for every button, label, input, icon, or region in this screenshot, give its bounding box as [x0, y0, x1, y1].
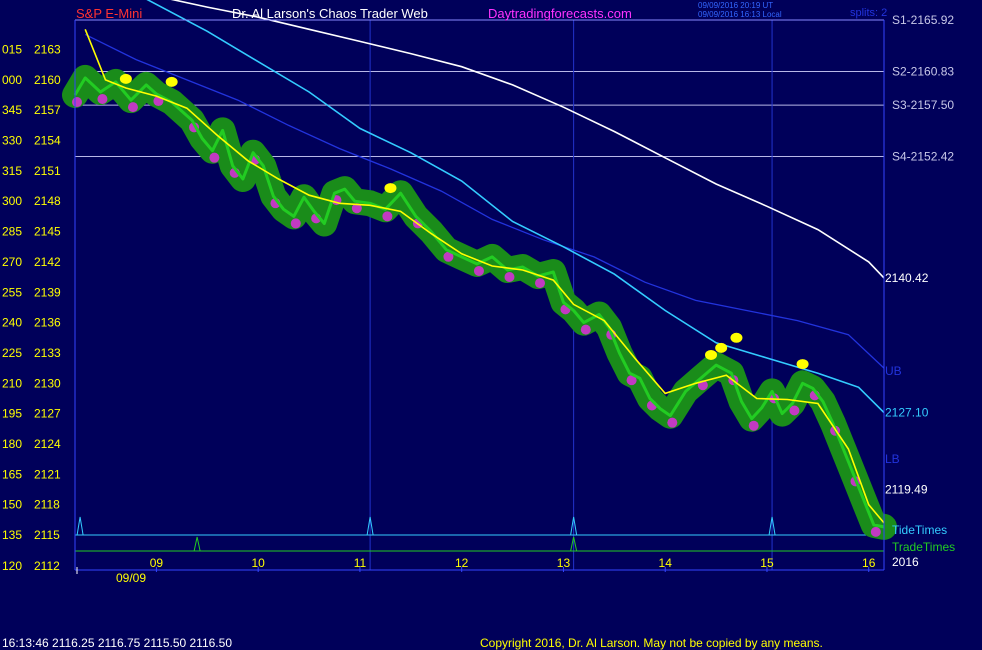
x-tick-11: 11 — [354, 556, 367, 570]
y-tick-left-13: 195 — [2, 407, 22, 421]
site-title: Dr. Al Larson's Chaos Trader Web — [232, 6, 428, 21]
price-chart: S1-2165.92 S2-2160.83 S3-2157.50 S4-2152.42… — [2, 0, 955, 650]
x-tick-09: 09 — [150, 556, 164, 570]
series-price-band — [62, 64, 897, 540]
y-tick-price-6: 2148 — [34, 194, 61, 208]
yellow-dot-6 — [730, 332, 743, 343]
yellow-dot-3 — [384, 183, 397, 194]
y-tick-price-10: 2136 — [34, 316, 61, 330]
chart-window: S1-2165.92 S2-2160.83 S3-2157.50 S4-2152.42… — [0, 0, 982, 650]
right-label-2: UB — [885, 364, 902, 378]
y-tick-price-11: 2133 — [34, 346, 61, 360]
copyright: Copyright 2016, Dr. Al Larson. May not b… — [480, 636, 823, 650]
y-tick-left-15: 165 — [2, 467, 22, 481]
x-date-label: 09/09 — [116, 571, 146, 585]
trade-times-label: TradeTimes — [892, 540, 955, 554]
price-low-dot — [473, 265, 484, 276]
y-tick-left-14: 180 — [2, 437, 22, 451]
series-cyan-average — [146, 0, 885, 414]
price-low-dot — [580, 324, 591, 335]
trade-spike-1 — [193, 536, 201, 552]
y-tick-price-15: 2121 — [34, 467, 61, 481]
y-tick-price-7: 2145 — [34, 225, 61, 239]
support-label-3: S3-2157.50 — [892, 98, 954, 112]
y-tick-left-11: 225 — [2, 346, 22, 360]
right-label-5: 2119.49 — [885, 483, 928, 497]
y-tick-left-6: 300 — [2, 194, 22, 208]
yellow-dot-7 — [796, 359, 809, 370]
y-tick-left-4: 330 — [2, 134, 22, 148]
price-low-dot — [382, 211, 393, 222]
series-white-average — [170, 0, 885, 279]
x-tick-15: 15 — [760, 556, 774, 570]
y-tick-price-5: 2151 — [34, 164, 61, 178]
x-tick-16: 16 — [862, 556, 876, 570]
y-tick-left-1: 015 — [2, 43, 22, 57]
y-tick-left-5: 315 — [2, 164, 22, 178]
price-low-dot — [535, 278, 546, 289]
price-low-dot — [748, 420, 759, 431]
yellow-dot-1 — [119, 73, 132, 84]
x-tick-14: 14 — [659, 556, 673, 570]
y-tick-price-8: 2142 — [34, 255, 61, 269]
series-yellow-average — [84, 29, 885, 524]
x-tick-10: 10 — [251, 556, 265, 570]
y-tick-price-4: 2154 — [34, 134, 61, 148]
y-tick-price-13: 2127 — [34, 407, 61, 421]
y-tick-left-7: 285 — [2, 225, 22, 239]
y-tick-left-3: 345 — [2, 103, 22, 117]
price-low-dot — [504, 272, 515, 283]
year-label: 2016 — [892, 555, 919, 569]
utc-stamp: 09/09/2016 20:19 UT — [698, 1, 773, 10]
support-label-2: S2-2160.83 — [892, 64, 954, 78]
y-tick-left-16: 150 — [2, 498, 22, 512]
y-tick-price-3: 2157 — [34, 103, 61, 117]
x-tick-12: 12 — [455, 556, 469, 570]
y-tick-left-2: 000 — [2, 73, 22, 87]
y-tick-left-8: 270 — [2, 255, 22, 269]
price-low-dot — [290, 218, 301, 229]
y-tick-left-17: 135 — [2, 528, 22, 542]
last-quote: 16:13:46 2116.25 2116.75 2115.50 2116.50 — [2, 636, 232, 650]
right-label-1: 2140.42 — [885, 271, 929, 285]
series-blue-average — [84, 33, 885, 369]
yellow-dot-4 — [705, 349, 718, 360]
price-low-dot — [127, 102, 138, 113]
y-tick-price-12: 2130 — [34, 376, 61, 390]
symbol-title: S&P E-Mini — [76, 6, 142, 21]
yellow-dot-2 — [165, 76, 178, 87]
site-link: Daytradingforecasts.com — [488, 6, 632, 21]
y-tick-price-2: 2160 — [34, 73, 61, 87]
tide-spike-1 — [76, 516, 84, 536]
y-tick-price-1: 2163 — [34, 43, 61, 57]
local-stamp: 09/09/2016 16:13 Local — [698, 10, 782, 19]
y-tick-left-9: 255 — [2, 285, 22, 299]
tide-times-label: TideTimes — [892, 523, 947, 537]
corner-text: splits: 2 — [850, 7, 887, 19]
support-label-1: S1-2165.92 — [892, 13, 954, 27]
right-label-3: 2127.10 — [885, 406, 929, 420]
y-tick-left-12: 210 — [2, 376, 22, 390]
y-tick-price-16: 2118 — [34, 498, 60, 512]
x-tick-13: 13 — [557, 556, 571, 570]
y-tick-price-9: 2139 — [34, 285, 61, 299]
y-tick-price-17: 2115 — [34, 528, 60, 542]
support-label-4: S4-2152.42 — [892, 150, 954, 164]
price-low-dot — [209, 152, 220, 163]
right-label-4: LB — [885, 452, 900, 466]
price-low-dot — [97, 94, 108, 105]
y-tick-price-18: 2112 — [34, 559, 60, 573]
price-low-dot — [870, 526, 881, 537]
price-low-dot — [667, 417, 678, 428]
yellow-dot-5 — [715, 342, 728, 353]
y-tick-left-10: 240 — [2, 316, 22, 330]
y-tick-left-18: 120 — [2, 559, 22, 573]
price-low-dot — [72, 97, 82, 108]
y-tick-price-14: 2124 — [34, 437, 61, 451]
